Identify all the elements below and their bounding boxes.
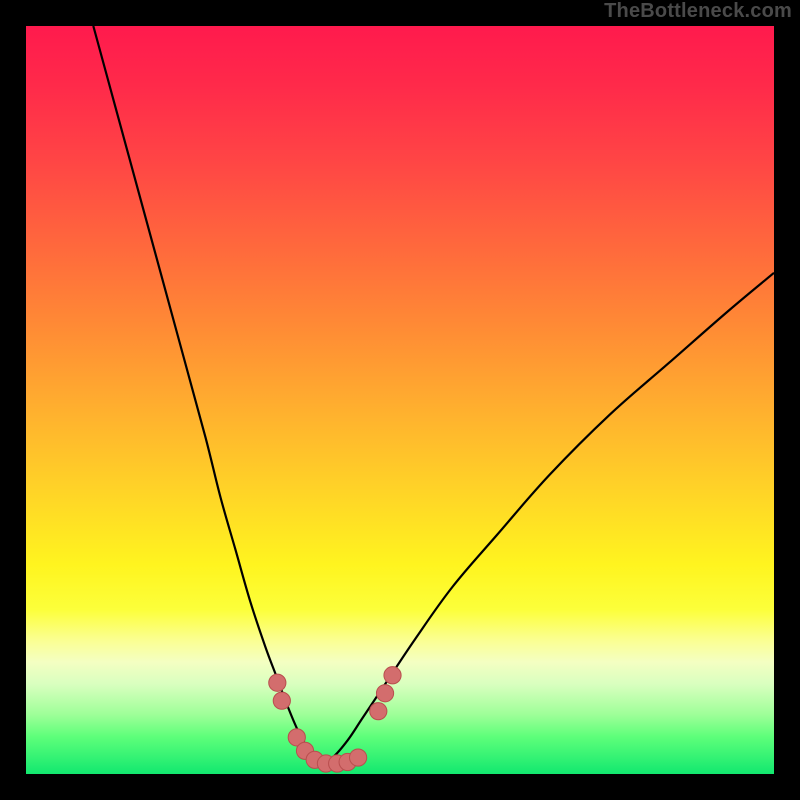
chart-frame: TheBottleneck.com	[0, 0, 800, 800]
data-marker	[370, 703, 387, 720]
data-marker	[350, 749, 367, 766]
data-marker	[273, 692, 290, 709]
data-marker	[376, 685, 393, 702]
marker-group	[269, 667, 401, 772]
watermark-text: TheBottleneck.com	[604, 0, 792, 23]
curve-left	[93, 26, 321, 764]
data-marker	[384, 667, 401, 684]
plot-area	[26, 26, 774, 774]
curve-layer	[26, 26, 774, 774]
data-marker	[269, 674, 286, 691]
